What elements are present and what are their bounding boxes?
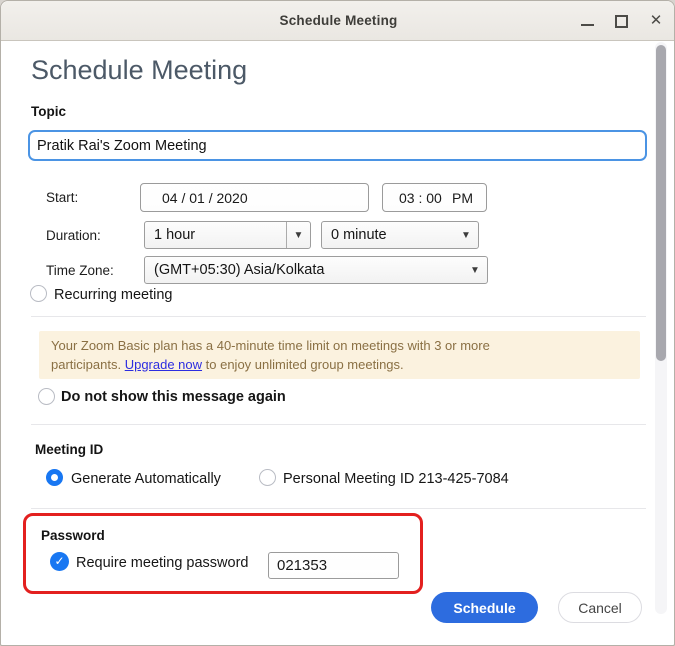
generate-automatically-label: Generate Automatically (71, 471, 221, 487)
topic-label: Topic (31, 104, 66, 119)
recurring-meeting-checkbox[interactable] (30, 285, 47, 302)
recurring-meeting-label: Recurring meeting (54, 287, 173, 303)
start-time-meridiem: PM (452, 189, 473, 206)
generate-automatically-radio[interactable] (46, 469, 63, 486)
duration-hours-value: 1 hour (154, 227, 196, 243)
window-title: Schedule Meeting (279, 13, 398, 28)
require-password-checkbox[interactable]: ✓ (50, 552, 69, 571)
notice-line2-prefix: participants. (51, 356, 125, 372)
start-label: Start: (46, 190, 79, 205)
chevron-down-icon[interactable]: ▼ (463, 257, 487, 283)
page-title: Schedule Meeting (31, 55, 248, 85)
chevron-down-icon[interactable]: ▼ (286, 222, 310, 248)
duration-hours-select[interactable]: 1 hour ▼ (144, 221, 311, 249)
personal-meeting-id-label: Personal Meeting ID 213-425-7084 (283, 471, 509, 487)
duration-label: Duration: (46, 228, 101, 243)
schedule-meeting-dialog: Schedule Meeting ✕ Schedule Meeting Topi… (0, 0, 675, 646)
schedule-button[interactable]: Schedule (431, 592, 538, 623)
personal-meeting-id-radio[interactable] (259, 469, 276, 486)
minimize-icon[interactable] (581, 24, 594, 26)
require-password-label: Require meeting password (76, 555, 249, 571)
duration-minutes-select[interactable]: 0 minute ▼ (321, 221, 479, 249)
dismiss-message-label: Do not show this message again (61, 389, 286, 405)
password-input[interactable] (268, 552, 399, 579)
divider (31, 508, 646, 509)
plan-limit-notice: Your Zoom Basic plan has a 40-minute tim… (39, 331, 640, 379)
notice-line1: Your Zoom Basic plan has a 40-minute tim… (51, 338, 490, 353)
topic-input[interactable] (28, 130, 647, 161)
timezone-label: Time Zone: (46, 263, 114, 278)
cancel-button[interactable]: Cancel (558, 592, 642, 623)
password-label: Password (41, 528, 105, 543)
start-time-value: 03 : 00 (399, 189, 442, 206)
divider (31, 424, 646, 425)
notice-line2-suffix: to enjoy unlimited group meetings. (202, 356, 404, 372)
maximize-icon[interactable] (615, 15, 628, 28)
start-date-input[interactable] (140, 183, 369, 212)
meeting-id-label: Meeting ID (35, 442, 104, 457)
close-icon[interactable]: ✕ (648, 11, 664, 31)
duration-minutes-value: 0 minute (331, 227, 387, 243)
divider (31, 316, 646, 317)
upgrade-now-link[interactable]: Upgrade now (125, 357, 202, 372)
chevron-down-icon[interactable]: ▼ (454, 222, 478, 248)
timezone-select[interactable]: (GMT+05:30) Asia/Kolkata ▼ (144, 256, 488, 284)
dismiss-message-checkbox[interactable] (38, 388, 55, 405)
scrollbar-thumb[interactable] (656, 45, 666, 361)
titlebar: Schedule Meeting ✕ (1, 1, 674, 41)
start-time-input[interactable]: 03 : 00 PM (382, 183, 487, 212)
timezone-value: (GMT+05:30) Asia/Kolkata (154, 262, 325, 278)
